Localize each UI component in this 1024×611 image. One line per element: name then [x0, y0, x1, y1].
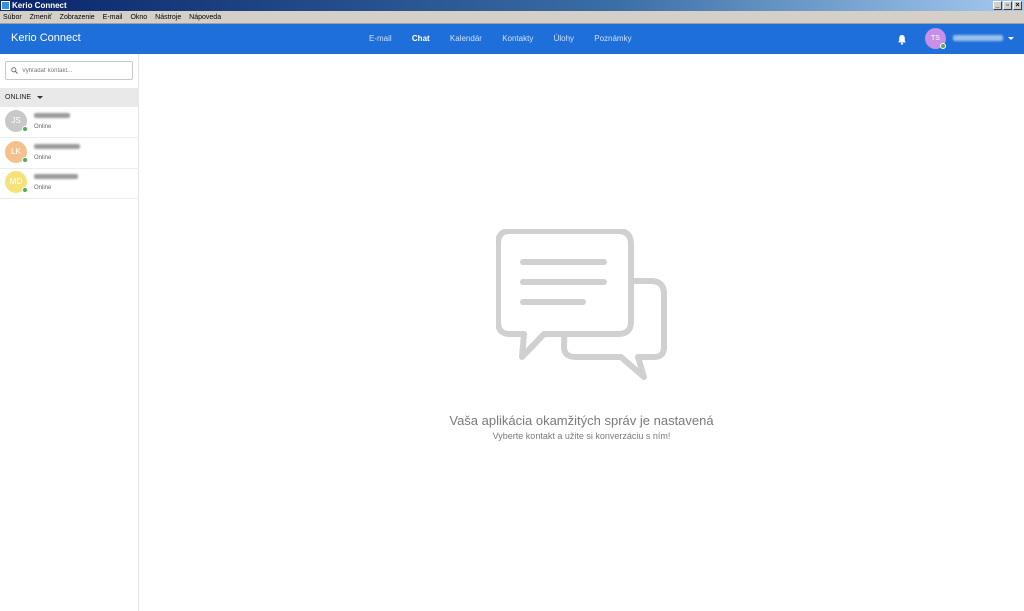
group-header-online[interactable]: ONLINE	[0, 88, 139, 107]
chevron-down-icon[interactable]	[1008, 37, 1014, 40]
menu-bar: Súbor Zmeniť Zobrazenie E-mail Okno Nást…	[0, 11, 1024, 24]
online-status-dot	[22, 187, 28, 193]
nav-chat[interactable]: Chat	[412, 34, 430, 43]
search-input[interactable]	[22, 64, 130, 77]
contact-status: Online	[34, 124, 52, 130]
user-name-blurred[interactable]	[953, 35, 1003, 41]
nav-ulohy[interactable]: Úlohy	[554, 34, 574, 43]
online-status-dot	[22, 126, 28, 132]
avatar-initials: JS	[11, 116, 21, 125]
avatar: MD	[5, 171, 28, 193]
avatar: JS	[5, 110, 28, 132]
menu-zobrazenie[interactable]: Zobrazenie	[57, 11, 98, 24]
search-icon	[11, 67, 18, 74]
avatar-initials: MD	[9, 177, 23, 186]
app-icon	[1, 1, 10, 10]
contact-search	[5, 61, 133, 80]
nav-email[interactable]: E-mail	[369, 34, 392, 43]
contacts-sidebar: ONLINE JS Online LK Online MD Online	[0, 54, 139, 611]
close-button[interactable]: ×	[1013, 1, 1022, 10]
menu-zmenit[interactable]: Zmeniť	[27, 11, 55, 24]
empty-state-subtitle: Vyberte kontakt a užite si konverzáciu s…	[492, 431, 671, 441]
group-label: ONLINE	[5, 94, 32, 101]
window-title-bar: Kerio Connect _ ▫ ×	[0, 0, 1024, 11]
contact-name-blurred	[34, 144, 80, 149]
chat-empty-state: Vaša aplikácia okamžitých správ je nasta…	[139, 54, 1024, 611]
user-status-dot	[940, 43, 946, 49]
menu-okno[interactable]: Okno	[127, 11, 150, 24]
nav-kontakty[interactable]: Kontakty	[502, 34, 533, 43]
caret-down-icon	[37, 95, 44, 99]
contact-name-blurred	[34, 113, 70, 118]
minimize-button[interactable]: _	[993, 1, 1002, 10]
contact-status: Online	[34, 185, 52, 191]
bell-icon[interactable]	[897, 34, 907, 45]
empty-state-title: Vaša aplikácia okamžitých správ je nasta…	[449, 413, 714, 428]
avatar: LK	[5, 141, 28, 163]
user-avatar[interactable]: TS	[925, 28, 946, 49]
user-initials: TS	[931, 35, 940, 42]
contact-name-blurred	[34, 174, 78, 179]
menu-nastroje[interactable]: Nástroje	[152, 11, 184, 24]
avatar-initials: LK	[11, 147, 21, 156]
nav-poznamky[interactable]: Poznámky	[594, 34, 631, 43]
maximize-button[interactable]: ▫	[1003, 1, 1012, 10]
menu-email[interactable]: E-mail	[100, 11, 126, 24]
app-header: Kerio Connect E-mail Chat Kalendár Konta…	[0, 24, 1024, 54]
window-title: Kerio Connect	[12, 1, 67, 10]
contact-item[interactable]: MD Online	[0, 168, 139, 199]
online-status-dot	[22, 157, 28, 163]
contact-item[interactable]: JS Online	[0, 107, 139, 138]
contact-item[interactable]: LK Online	[0, 138, 139, 169]
brand-logo[interactable]: Kerio Connect	[11, 32, 81, 44]
main-nav: E-mail Chat Kalendár Kontakty Úlohy Pozn…	[360, 34, 641, 43]
contact-status: Online	[34, 155, 52, 161]
chat-bubbles-icon	[496, 229, 667, 380]
menu-napoveda[interactable]: Nápoveda	[186, 11, 224, 24]
nav-kalendar[interactable]: Kalendár	[450, 34, 482, 43]
menu-subor[interactable]: Súbor	[0, 11, 25, 24]
